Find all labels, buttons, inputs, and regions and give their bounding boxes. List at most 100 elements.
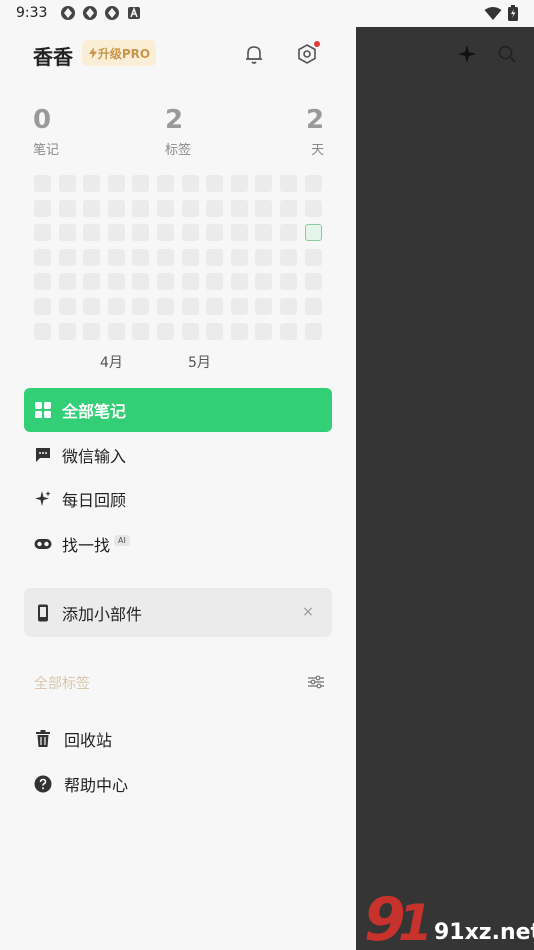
heatmap-cell [132, 248, 150, 266]
stat-notes-label: 笔记 [33, 143, 60, 158]
heatmap-cell [279, 175, 297, 192]
heatmap-cell [304, 322, 322, 340]
heatmap-cell [206, 297, 224, 315]
heatmap-cell [83, 273, 101, 291]
wifi-icon [484, 6, 502, 25]
heatmap-cell [107, 322, 125, 340]
nav-recycle-bin-label: 回收站 [64, 731, 113, 750]
upgrade-pro-label: 升级PRO [97, 46, 151, 61]
app-notification-icon [60, 5, 76, 21]
heatmap-cell [206, 248, 224, 266]
stat-days-value: 2 [306, 105, 325, 135]
heatmap-cell [230, 175, 248, 192]
nav-all-notes[interactable]: 全部笔记 [24, 388, 332, 432]
app-notification-icon [104, 5, 120, 21]
heatmap-cell [132, 322, 150, 340]
svg-text:1: 1 [398, 894, 432, 950]
heatmap-cell [181, 175, 199, 192]
nav-recycle-bin[interactable]: 回收站 [24, 718, 332, 760]
heatmap-cell [83, 322, 101, 340]
heatmap-cell [58, 175, 76, 192]
heatmap-cell [132, 175, 150, 192]
heatmap-cell [156, 199, 174, 217]
heatmap-cell [156, 297, 174, 315]
heatmap-cell [279, 273, 297, 291]
heatmap-cell [181, 248, 199, 266]
help-icon [34, 775, 52, 793]
heatmap-cell [132, 199, 150, 217]
heatmap-cell [304, 273, 322, 291]
heatmap-cell [156, 248, 174, 266]
month-label: 4月 [100, 355, 123, 371]
heatmap-cell [156, 273, 174, 291]
heatmap-cell [156, 175, 174, 192]
lightning-icon [88, 47, 97, 59]
heatmap-cell [132, 297, 150, 315]
system-icons [484, 5, 518, 25]
status-time: 9:33 [16, 5, 48, 21]
stat-tags-value: 2 [165, 105, 184, 135]
nav-help-center-label: 帮助中心 [64, 776, 129, 795]
heatmap-cell [107, 199, 125, 217]
close-icon[interactable]: × [298, 602, 318, 622]
upgrade-pro-button[interactable]: 升级PRO [82, 40, 156, 66]
heatmap-cell [304, 199, 322, 217]
heatmap-cell [230, 297, 248, 315]
side-drawer: 香香 升级PRO 0 笔记 2 标签 2 天 4月 5月 全部笔记 微信输入 每… [0, 27, 356, 950]
stat-days[interactable]: 2 天 [306, 105, 324, 158]
heatmap-cell [132, 224, 150, 242]
heatmap-cell [58, 273, 76, 291]
heatmap-cell [34, 322, 51, 340]
stat-tags[interactable]: 2 标签 [165, 105, 191, 158]
grid-icon [34, 401, 52, 419]
stat-notes[interactable]: 0 笔记 [33, 105, 59, 158]
status-bar: 9:33 [0, 0, 534, 27]
watermark-text: 91xz.net [434, 920, 534, 945]
chat-bubble-icon [34, 446, 52, 464]
heatmap-cell [206, 322, 224, 340]
settings-button[interactable] [294, 41, 320, 67]
stat-notes-value: 0 [33, 105, 52, 135]
heatmap-cell [206, 273, 224, 291]
watermark-logo-icon: 9 1 [364, 885, 433, 950]
heatmap-cell [206, 224, 224, 242]
month-label: 5月 [188, 355, 211, 371]
activity-heatmap [34, 175, 322, 340]
stat-tags-label: 标签 [165, 143, 192, 158]
heatmap-cell [206, 175, 224, 192]
heatmap-cell [255, 224, 273, 242]
nav-wechat-input-label: 微信输入 [62, 447, 127, 466]
phone-icon [34, 604, 52, 622]
dimmed-main-content[interactable] [356, 27, 534, 950]
heatmap-cell [107, 273, 125, 291]
heatmap-cell [132, 273, 150, 291]
heatmap-cell [230, 248, 248, 266]
heatmap-cell [255, 248, 273, 266]
heatmap-cell [304, 175, 322, 192]
tags-filter-button[interactable] [304, 671, 328, 693]
heatmap-cell [107, 248, 125, 266]
heatmap-cell [206, 199, 224, 217]
heatmap-cell [255, 322, 273, 340]
heatmap-cell [34, 273, 51, 291]
stat-days-label: 天 [311, 143, 325, 158]
heatmap-cell [279, 248, 297, 266]
heatmap-cell [181, 273, 199, 291]
heatmap-cell [279, 199, 297, 217]
heatmap-cell [304, 297, 322, 315]
nav-search[interactable]: 找一找 AI [24, 522, 332, 566]
heatmap-cell [58, 297, 76, 315]
heatmap-cell [107, 175, 125, 192]
nav-help-center[interactable]: 帮助中心 [24, 763, 332, 805]
heatmap-cell [279, 297, 297, 315]
nav-daily-review[interactable]: 每日回顾 [24, 477, 332, 521]
add-widget-card[interactable]: 添加小部件 × [24, 588, 332, 637]
heatmap-cell [34, 175, 51, 192]
nav-wechat-input[interactable]: 微信输入 [24, 433, 332, 477]
heatmap-cell [34, 199, 51, 217]
search-icon [496, 43, 518, 65]
notification-bell-button[interactable] [241, 41, 267, 67]
goggles-icon [34, 535, 52, 553]
heatmap-cell [58, 224, 76, 242]
heatmap-cell [255, 199, 273, 217]
